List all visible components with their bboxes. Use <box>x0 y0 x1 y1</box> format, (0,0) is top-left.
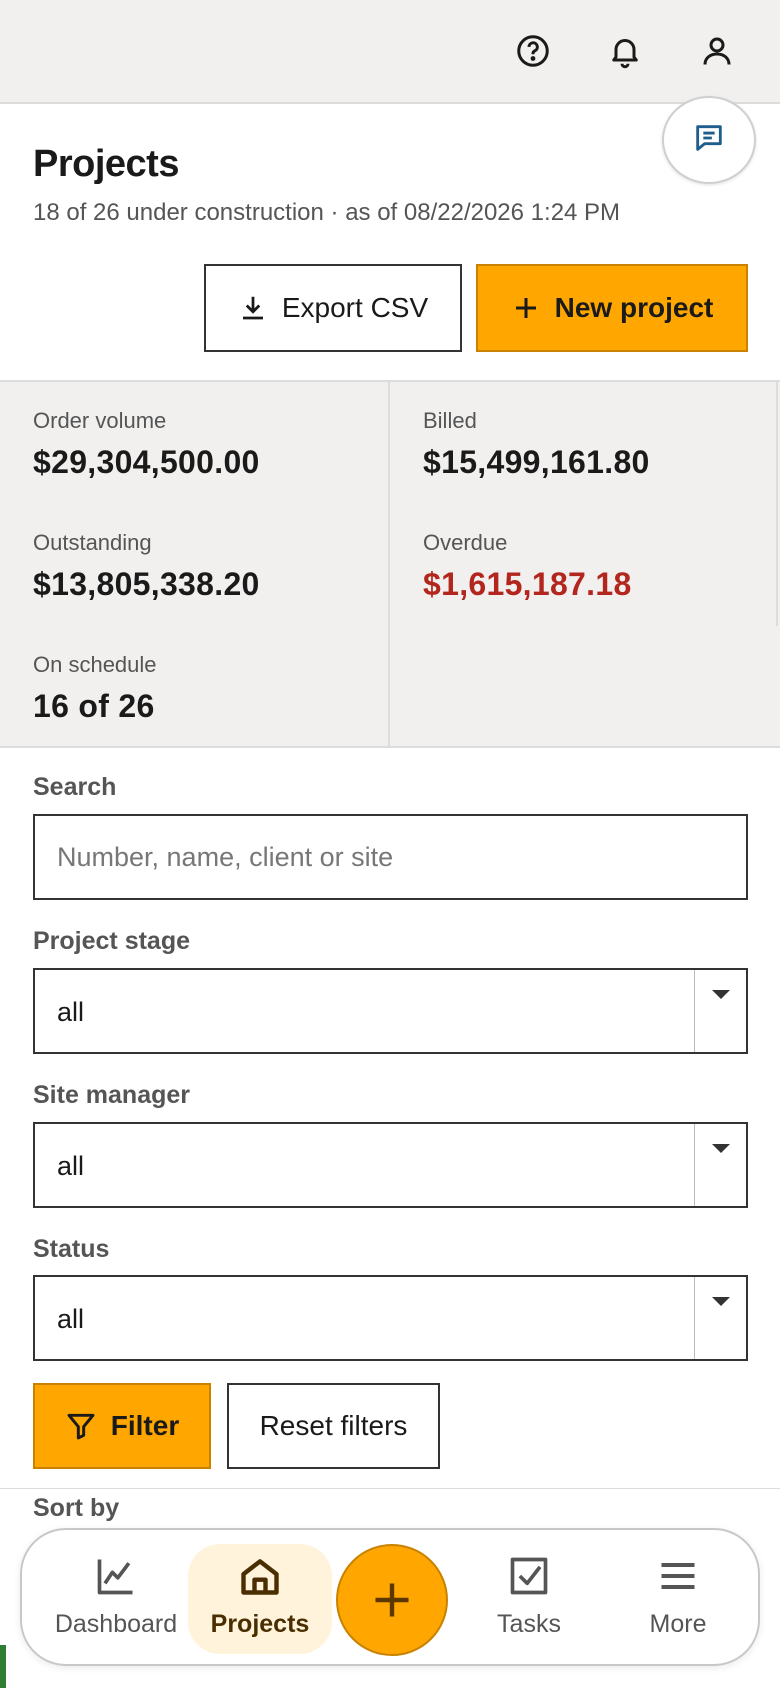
export-csv-label: Export CSV <box>281 292 429 323</box>
new-project-label: New project <box>554 292 714 323</box>
stats-divider <box>388 382 390 748</box>
user-icon[interactable] <box>694 28 740 74</box>
help-icon[interactable] <box>510 28 556 74</box>
reset-filters-button[interactable]: Reset filters <box>227 1383 440 1469</box>
project-stage-value: all <box>57 997 85 1027</box>
stat-value: $29,304,500.00 <box>33 444 260 480</box>
status-value: all <box>57 1304 85 1334</box>
top-bar <box>0 0 780 104</box>
stat-label: Outstanding <box>33 530 152 555</box>
nav-label: Dashboard <box>54 1610 178 1638</box>
nav-dashboard[interactable]: Dashboard <box>42 1544 190 1654</box>
filter-button[interactable]: Filter <box>33 1383 211 1469</box>
reset-filters-label: Reset filters <box>259 1410 408 1441</box>
chart-icon <box>97 1559 133 1595</box>
nav-tasks[interactable]: Tasks <box>470 1544 588 1654</box>
page-subtitle: 18 of 26 under construction · as of 08/2… <box>33 199 621 226</box>
new-project-button[interactable]: New project <box>476 264 748 352</box>
menu-icon <box>661 1562 695 1590</box>
stat-on-schedule: On schedule 16 of 26 <box>33 652 157 725</box>
stat-label: On schedule <box>33 652 157 677</box>
nav-label: Tasks <box>497 1610 561 1638</box>
nav-more[interactable]: More <box>618 1544 738 1654</box>
nav-label: Projects <box>210 1610 310 1638</box>
stat-billed: Billed $15,499,161.80 <box>423 408 650 481</box>
stat-value: 16 of 26 <box>33 688 155 724</box>
stat-label: Billed <box>423 408 477 433</box>
bell-icon[interactable] <box>602 28 648 74</box>
download-icon <box>242 296 263 320</box>
status-select[interactable]: all <box>33 1275 748 1361</box>
chevron-down-icon <box>694 1124 746 1206</box>
chevron-down-icon <box>694 970 746 1052</box>
stat-label: Order volume <box>33 408 167 433</box>
page-title: Projects <box>33 143 179 185</box>
add-button[interactable] <box>336 1544 448 1656</box>
filter-icon <box>67 1413 95 1440</box>
project-stage-label: Project stage <box>33 927 191 955</box>
stats-panel: Order volume $29,304,500.00 Billed $15,4… <box>0 380 780 748</box>
chat-button[interactable] <box>662 96 756 184</box>
home-icon <box>241 1559 279 1595</box>
stat-overdue: Overdue $1,615,187.18 <box>423 530 632 603</box>
checkbox-icon <box>510 1557 548 1595</box>
site-manager-value: all <box>57 1151 85 1181</box>
stat-value: $15,499,161.80 <box>423 444 650 480</box>
stat-label: Overdue <box>423 530 508 555</box>
sort-by-label: Sort by <box>33 1494 120 1522</box>
edge-strip <box>0 1645 6 1688</box>
nav-projects[interactable]: Projects <box>188 1544 332 1654</box>
project-stage-select[interactable]: all <box>33 968 748 1054</box>
search-label: Search <box>33 773 117 801</box>
stat-outstanding: Outstanding $13,805,338.20 <box>33 530 260 603</box>
bottom-nav: Dashboard Projects Tasks More <box>20 1528 760 1666</box>
site-manager-label: Site manager <box>33 1081 191 1109</box>
stats-edge <box>776 382 778 626</box>
plus-icon <box>375 1583 409 1617</box>
nav-label: More <box>649 1610 707 1638</box>
status-label: Status <box>33 1235 110 1263</box>
chat-icon <box>692 121 726 160</box>
filter-label: Filter <box>110 1410 180 1441</box>
search-field <box>33 814 748 900</box>
divider <box>0 1488 780 1489</box>
plus-icon <box>515 298 536 318</box>
stat-value: $1,615,187.18 <box>423 566 632 602</box>
export-csv-button[interactable]: Export CSV <box>204 264 462 352</box>
search-input[interactable] <box>35 816 746 898</box>
site-manager-select[interactable]: all <box>33 1122 748 1208</box>
chevron-down-icon <box>694 1277 746 1359</box>
stat-value: $13,805,338.20 <box>33 566 260 602</box>
stat-order-volume: Order volume $29,304,500.00 <box>33 408 260 481</box>
